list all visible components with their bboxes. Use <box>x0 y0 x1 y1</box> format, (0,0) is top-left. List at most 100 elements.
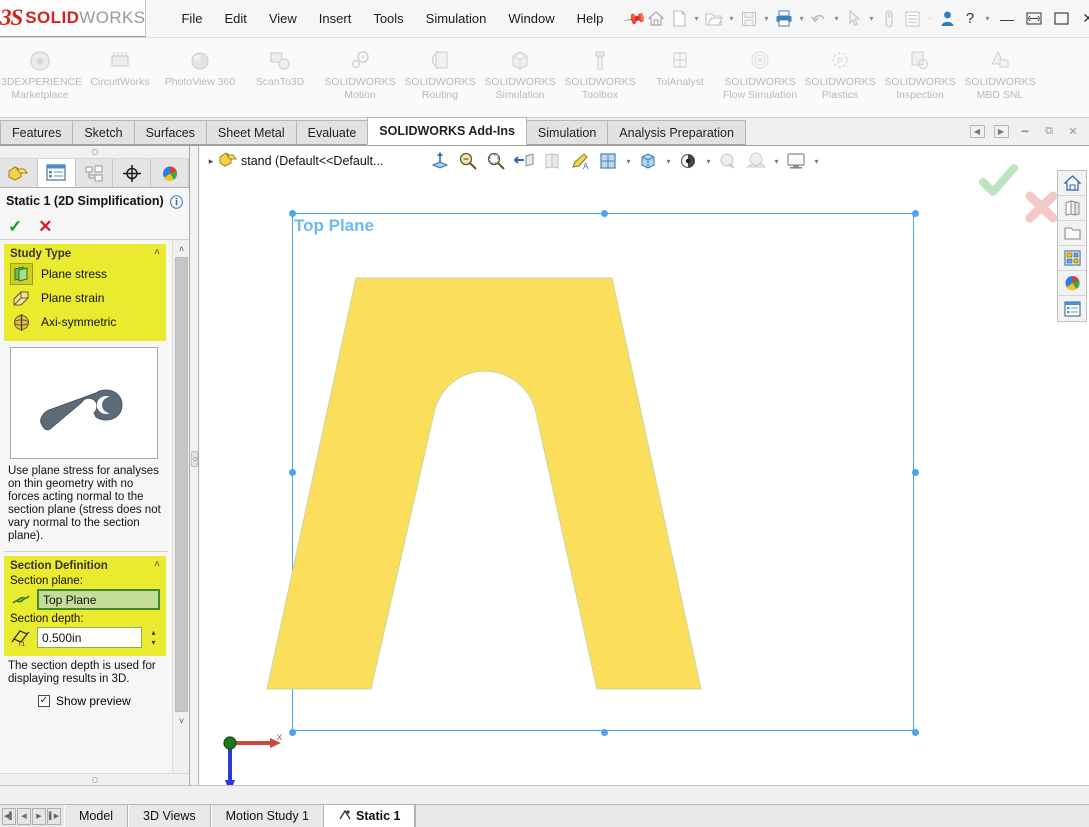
help-question-icon[interactable]: ⓘ <box>170 192 183 211</box>
bottom-tab-static-1[interactable]: Static 1 <box>324 805 415 827</box>
options-icon[interactable] <box>901 6 923 32</box>
save-icon[interactable] <box>738 6 760 32</box>
splitter-handle[interactable] <box>191 451 198 467</box>
open-folder-icon[interactable] <box>703 6 725 32</box>
undo-icon[interactable] <box>808 6 830 32</box>
bottom-tab-motion-study-1[interactable]: Motion Study 1 <box>211 805 324 827</box>
stand-profile[interactable] <box>267 278 701 689</box>
scroll-down-arrow[interactable]: ˅ <box>173 712 189 729</box>
section-definition-collapse-icon[interactable]: ˄ <box>154 559 160 570</box>
ribbon-item-tolanalyst[interactable]: TolAnalyst <box>640 44 720 89</box>
ribbon-item-photoview-360[interactable]: PhotoView 360 <box>160 44 240 89</box>
magnifier-icon[interactable] <box>878 6 900 32</box>
new-document-icon[interactable] <box>668 6 690 32</box>
property-manager-scrollbar[interactable]: ˄ ˅ <box>172 240 189 773</box>
save-dropdown[interactable]: ▾ <box>761 14 772 23</box>
ribbon-item-3dexperience-marketplace[interactable]: 3DEXPERIENCE Marketplace <box>0 44 80 101</box>
option-plane-stress[interactable]: Plane stress <box>10 263 160 285</box>
option-axi-symmetric[interactable]: Axi-symmetric <box>10 311 160 333</box>
study-type-collapse-icon[interactable]: ˄ <box>154 247 160 258</box>
tab-features[interactable]: Features <box>0 120 73 145</box>
new-document-dropdown[interactable]: ▾ <box>691 14 702 23</box>
minimize-button[interactable]: — <box>994 6 1020 32</box>
section-depth-input[interactable]: 0.500in <box>37 627 142 648</box>
section-plane-input[interactable]: Top Plane <box>37 589 160 610</box>
maximize-button[interactable] <box>1048 6 1074 32</box>
bottom-tab-3d-views[interactable]: 3D Views <box>128 805 211 827</box>
tab-sheet-metal[interactable]: Sheet Metal <box>206 120 297 145</box>
cancel-button[interactable]: ✕ <box>38 217 52 237</box>
ribbon-item-solidworks-routing[interactable]: SOLIDWORKS Routing <box>400 44 480 101</box>
restore-button[interactable] <box>1021 6 1047 32</box>
minimize-doc-button[interactable]: ━ <box>1015 121 1035 141</box>
home-icon[interactable] <box>645 6 667 32</box>
accept-button[interactable]: ✓ <box>8 217 22 237</box>
tab-solidworks-add-ins[interactable]: SOLIDWORKS Add-Ins <box>367 117 527 145</box>
dimxpert-manager-tab[interactable] <box>113 159 151 187</box>
select-dropdown[interactable]: ▾ <box>866 14 877 23</box>
ribbon-item-solidworks-mbd-snl[interactable]: SOLIDWORKS MBD SNL <box>960 44 1040 101</box>
property-manager-tab[interactable] <box>38 159 76 187</box>
ribbon-item-solidworks-plastics[interactable]: P SOLIDWORKS Plastics <box>800 44 880 101</box>
menu-file[interactable]: File <box>170 7 213 30</box>
panel-top-grip[interactable] <box>0 146 189 159</box>
panel-splitter[interactable] <box>190 146 199 785</box>
show-preview-row[interactable]: ✓ Show preview <box>38 694 172 708</box>
ribbon-item-scanto3d[interactable]: ScanTo3D <box>240 44 320 89</box>
svg-text:T1: T1 <box>18 642 26 647</box>
scroll-up-arrow[interactable]: ˄ <box>173 240 189 257</box>
wrench-preview-image <box>10 347 158 459</box>
panel-bottom-grip[interactable] <box>0 773 189 785</box>
menu-help[interactable]: Help <box>566 7 615 30</box>
stepper-down-icon[interactable]: ▾ <box>147 638 160 649</box>
options-dropdown[interactable]: · <box>924 14 935 23</box>
select-cursor-icon[interactable] <box>843 6 865 32</box>
restore-doc-button[interactable]: ⧉ <box>1039 121 1059 141</box>
ribbon-item-circuitworks[interactable]: CircuitWorks <box>80 44 160 89</box>
close-doc-button[interactable]: ✕ <box>1063 121 1083 141</box>
graphics-area[interactable]: ▸ stand (Default<<Default... A <box>200 146 1089 785</box>
menu-tools[interactable]: Tools <box>362 7 414 30</box>
close-button[interactable]: ✕ <box>1075 6 1089 32</box>
ribbon-item-solidworks-simulation[interactable]: SOLIDWORKS Simulation <box>480 44 560 101</box>
bottom-tab-label: 3D Views <box>143 809 196 823</box>
ribbon-item-solidworks-toolbox[interactable]: SOLIDWORKS Toolbox <box>560 44 640 101</box>
ribbon-item-solidworks-flow-simulation[interactable]: SOLIDWORKS Flow Simulation <box>720 44 800 101</box>
tab-nav-next[interactable]: ▶ <box>32 808 46 825</box>
help-dropdown[interactable]: ▾ <box>982 14 993 23</box>
undo-dropdown[interactable]: ▾ <box>831 14 842 23</box>
tab-evaluate[interactable]: Evaluate <box>296 120 369 145</box>
tab-nav-prev[interactable]: ◀ <box>17 808 31 825</box>
ribbon-item-solidworks-motion[interactable]: SOLIDWORKS Motion <box>320 44 400 101</box>
menu-insert[interactable]: Insert <box>308 7 363 30</box>
pin-left-button[interactable]: ◀ <box>967 121 987 141</box>
feature-manager-tab[interactable] <box>0 159 38 187</box>
tab-analysis-preparation[interactable]: Analysis Preparation <box>607 120 746 145</box>
ribbon-label: SOLIDWORKS Flow Simulation <box>720 76 800 101</box>
tab-nav-last[interactable]: ▌▶ <box>47 808 61 825</box>
print-dropdown[interactable]: ▾ <box>796 14 807 23</box>
option-plane-strain[interactable]: Plane strain <box>10 287 160 309</box>
menu-simulation[interactable]: Simulation <box>415 7 498 30</box>
tab-surfaces[interactable]: Surfaces <box>134 120 207 145</box>
model-cross-section[interactable] <box>200 146 1089 785</box>
scroll-thumb[interactable] <box>175 257 188 712</box>
menu-view[interactable]: View <box>258 7 308 30</box>
display-manager-tab[interactable] <box>151 159 189 187</box>
bottom-tab-model[interactable]: Model <box>64 805 128 827</box>
section-depth-stepper[interactable]: ▴ ▾ <box>147 627 160 648</box>
ribbon-item-solidworks-inspection[interactable]: SOLIDWORKS Inspection <box>880 44 960 101</box>
tab-sketch[interactable]: Sketch <box>72 120 134 145</box>
menu-edit[interactable]: Edit <box>213 7 257 30</box>
menu-window[interactable]: Window <box>497 7 565 30</box>
help-icon[interactable]: ? <box>959 6 981 32</box>
configuration-manager-tab[interactable] <box>76 159 114 187</box>
pin-right-button[interactable]: ▶ <box>991 121 1011 141</box>
tab-simulation[interactable]: Simulation <box>526 120 608 145</box>
print-icon[interactable] <box>773 6 795 32</box>
open-dropdown[interactable]: ▾ <box>726 14 737 23</box>
tab-nav-first[interactable]: ◀▌ <box>2 808 16 825</box>
user-account-icon[interactable] <box>936 6 958 32</box>
stepper-up-icon[interactable]: ▴ <box>147 627 160 638</box>
show-preview-checkbox[interactable]: ✓ <box>38 695 50 707</box>
